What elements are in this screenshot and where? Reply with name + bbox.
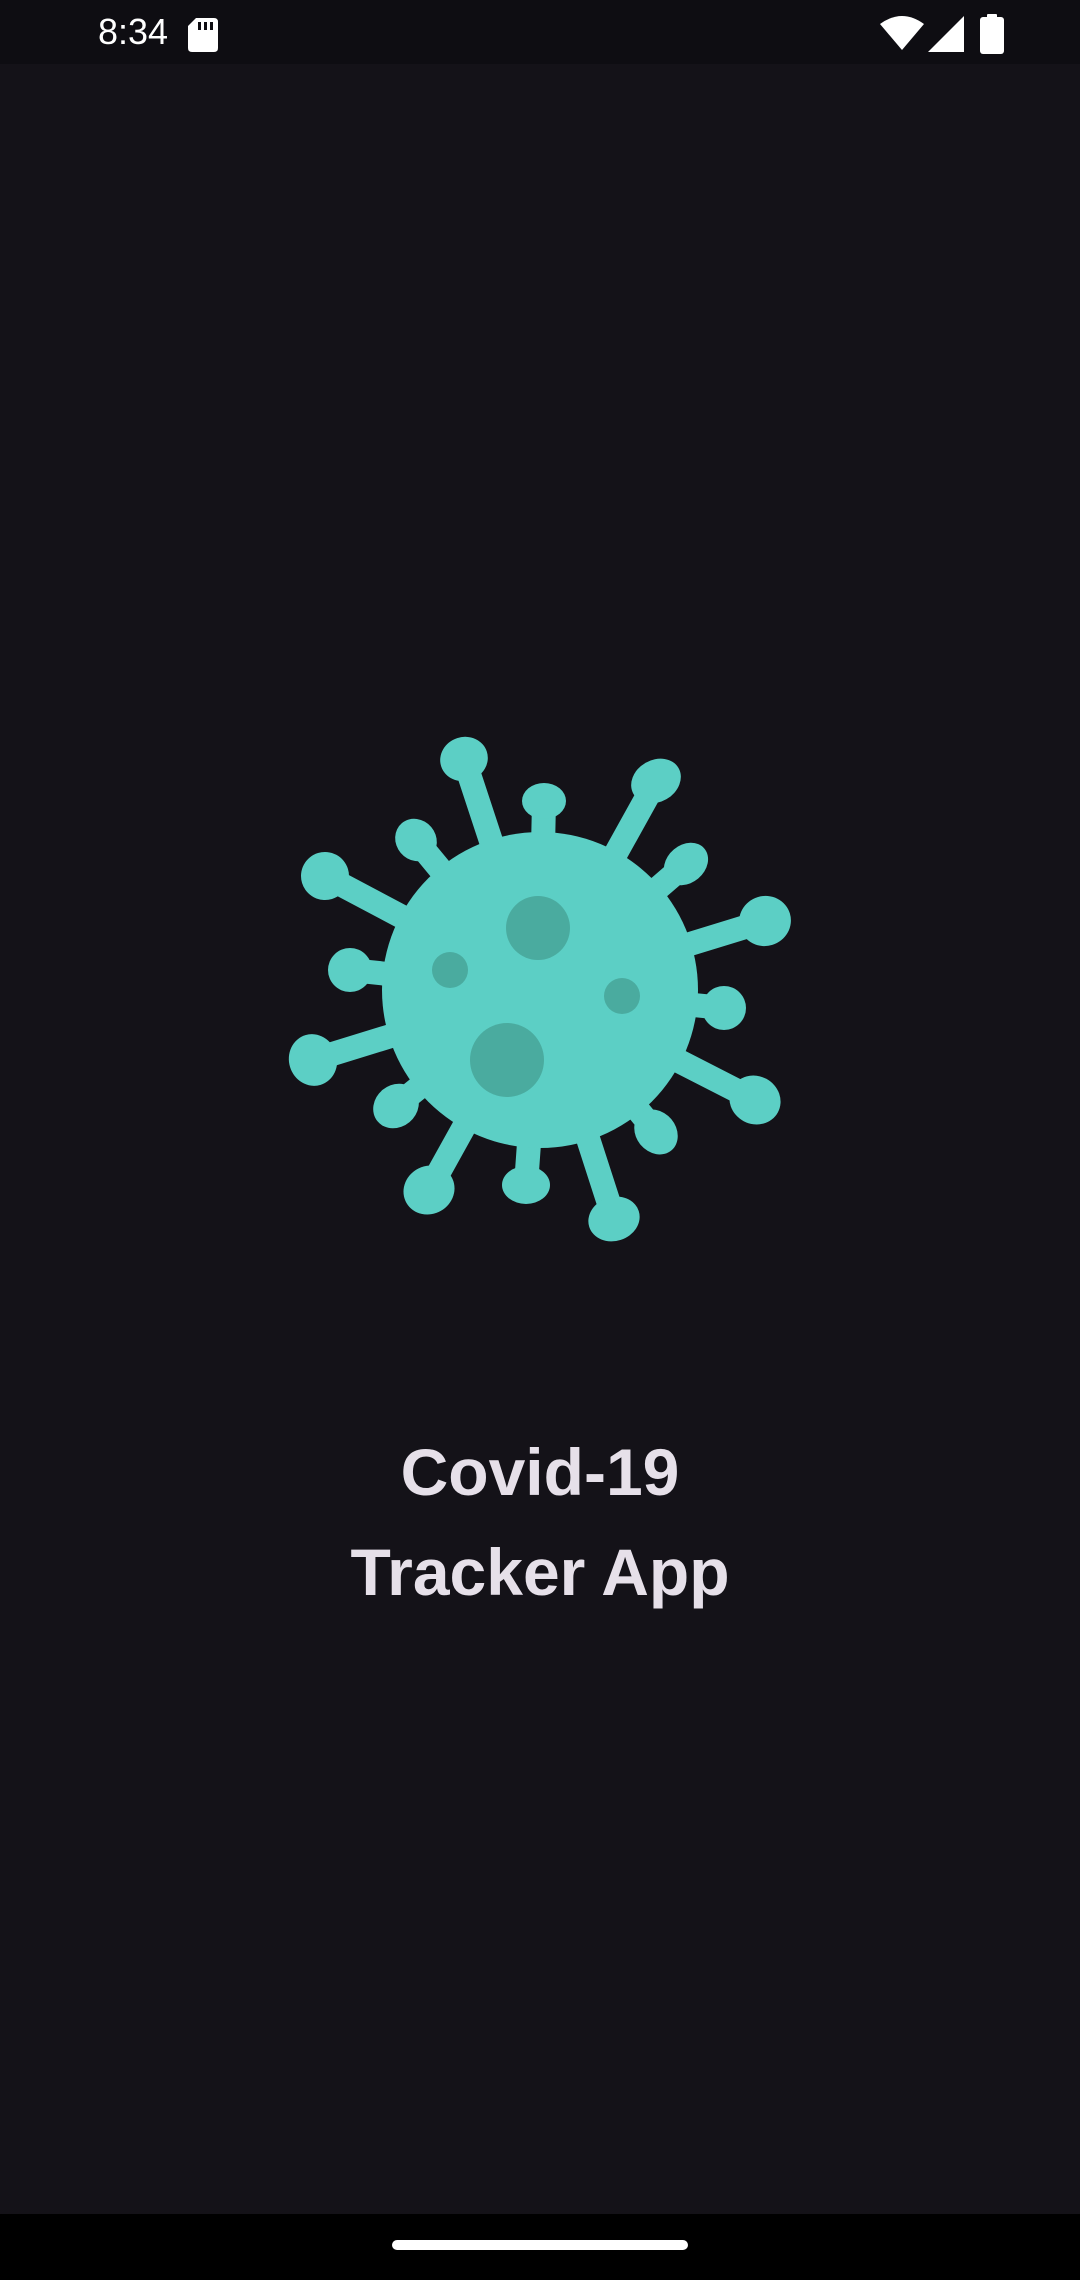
wifi-icon [880, 16, 924, 50]
splash-screen: 8:34 Covid-19 Tracker App [0, 0, 1080, 2280]
virus-icon [288, 736, 791, 1242]
app-title: Covid-19 Tracker App [0, 1422, 1080, 1622]
app-title-line-1: Covid-19 [400, 1435, 680, 1509]
navigation-bar [0, 2214, 1080, 2280]
status-time: 8:34 [98, 11, 169, 52]
signal-icon [928, 16, 964, 52]
home-gesture-handle[interactable] [392, 2240, 688, 2250]
status-bar: 8:34 [0, 0, 1080, 64]
app-title-line-2: Tracker App [350, 1535, 730, 1609]
battery-icon [980, 14, 1004, 54]
sd-card-icon [188, 18, 218, 52]
splash-content: Covid-19 Tracker App [0, 64, 1080, 2214]
